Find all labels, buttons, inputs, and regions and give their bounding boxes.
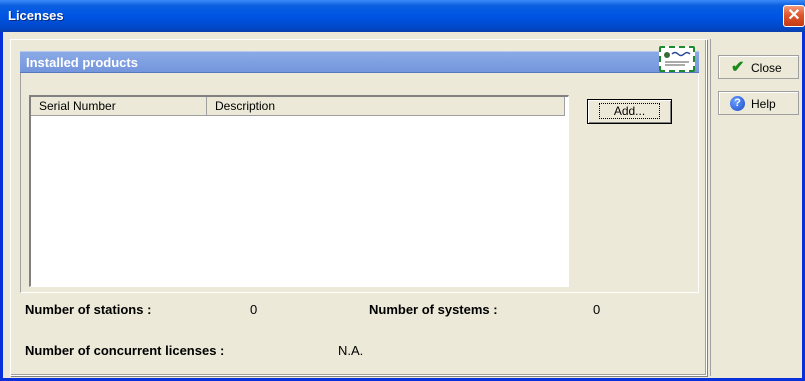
systems-label: Number of systems : [369, 302, 498, 317]
group-title: Installed products [26, 55, 138, 70]
close-window-button[interactable]: ✕ [783, 5, 805, 27]
stations-value: 0 [250, 302, 258, 317]
window-title: Licenses [8, 8, 64, 23]
stations-label: Number of stations : [25, 302, 152, 317]
certificate-icon [659, 46, 695, 72]
help-button-label: Help [751, 97, 776, 111]
add-button-label: Add... [598, 103, 661, 119]
checkmark-icon: ✔ [731, 59, 745, 76]
column-header-serial-number[interactable]: Serial Number [31, 97, 207, 116]
close-button-label: Close [751, 61, 782, 75]
add-button[interactable]: Add... [587, 99, 672, 124]
installed-products-header: Installed products [20, 46, 699, 73]
help-button[interactable]: ? Help [718, 91, 799, 115]
column-header-description[interactable]: Description [207, 97, 565, 116]
list-header: Serial Number Description [31, 97, 568, 116]
main-panel: Installed products Serial Number Descrip… [10, 39, 707, 376]
concurrent-licenses-value: N.A. [338, 343, 364, 358]
close-button[interactable]: ✔ Close [718, 55, 799, 79]
dialog-frame: Installed products Serial Number Descrip… [0, 32, 805, 381]
products-list[interactable]: Serial Number Description [29, 95, 569, 287]
title-bar[interactable]: Licenses ✕ [0, 0, 805, 32]
button-panel: ✔ Close ? Help [710, 39, 805, 376]
systems-value: 0 [593, 302, 601, 317]
help-icon: ? [730, 96, 745, 111]
concurrent-licenses-label: Number of concurrent licenses : [25, 343, 225, 358]
